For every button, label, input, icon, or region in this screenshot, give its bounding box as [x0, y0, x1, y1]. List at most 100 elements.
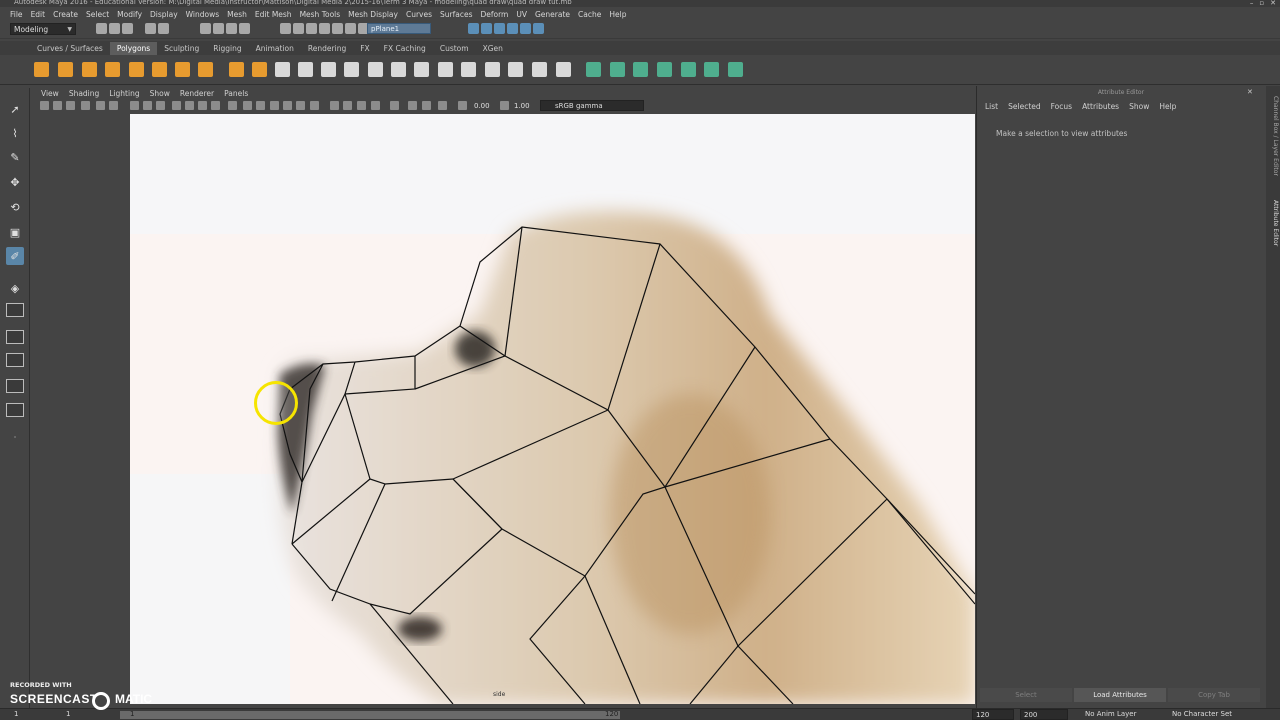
copy-tab-button[interactable]: Copy Tab — [1168, 688, 1260, 702]
menu-file[interactable]: File — [6, 10, 27, 19]
status-tool-icon[interactable] — [158, 23, 169, 34]
panel-toolbar-icon[interactable] — [156, 101, 165, 110]
tab-rigging[interactable]: Rigging — [206, 42, 248, 55]
close-button[interactable]: ✕ — [1270, 0, 1276, 7]
lasso-tool-icon[interactable]: ⌇ — [6, 124, 24, 142]
menu-edit[interactable]: Edit — [27, 10, 50, 19]
panel-toolbar-icon[interactable] — [81, 101, 90, 110]
ae-menu-help[interactable]: Help — [1154, 101, 1181, 113]
panel-toolbar-icon[interactable] — [283, 101, 292, 110]
status-tool-icon[interactable] — [293, 23, 304, 34]
shelf-tool-icon[interactable] — [129, 62, 144, 77]
shelf-tool-icon[interactable] — [610, 62, 625, 77]
shelf-tool-icon[interactable] — [461, 62, 476, 77]
panel-toolbar-icon[interactable] — [130, 101, 139, 110]
scale-tool-icon[interactable]: ▣ — [6, 223, 24, 241]
tab-fx-caching[interactable]: FX Caching — [377, 42, 433, 55]
load-attributes-button[interactable]: Load Attributes — [1074, 688, 1166, 702]
shelf-tool-icon[interactable] — [704, 62, 719, 77]
panel-menu-panels[interactable]: Panels — [219, 88, 253, 99]
color-space-dropdown[interactable]: sRGB gamma — [540, 100, 644, 111]
shelf-tool-icon[interactable] — [438, 62, 453, 77]
panel-toolbar-icon[interactable] — [96, 101, 105, 110]
menu-cache[interactable]: Cache — [574, 10, 605, 19]
shelf-tool-icon[interactable] — [681, 62, 696, 77]
anim-layer[interactable]: No Anim Layer — [1085, 709, 1136, 720]
tab-polygons[interactable]: Polygons — [109, 41, 158, 55]
status-tool-icon[interactable] — [481, 23, 492, 34]
shelf-tool-icon[interactable] — [414, 62, 429, 77]
ae-menu-list[interactable]: List — [980, 101, 1003, 113]
character-set[interactable]: No Character Set — [1172, 709, 1232, 720]
shelf-tool-icon[interactable] — [105, 62, 120, 77]
shelf-tool-icon[interactable] — [508, 62, 523, 77]
status-tool-icon[interactable] — [226, 23, 237, 34]
shelf-tool-icon[interactable] — [485, 62, 500, 77]
shelf-tool-icon[interactable] — [298, 62, 313, 77]
shelf-tool-icon[interactable] — [728, 62, 743, 77]
ae-menu-selected[interactable]: Selected — [1003, 101, 1046, 113]
ae-menu-show[interactable]: Show — [1124, 101, 1154, 113]
panel-toolbar-icon[interactable] — [330, 101, 339, 110]
tab-custom[interactable]: Custom — [433, 42, 476, 55]
select-tool-icon[interactable]: ➚ — [6, 100, 24, 118]
panel-menu-view[interactable]: View — [36, 88, 64, 99]
panel-toolbar-icon[interactable] — [270, 101, 279, 110]
menu-mesh[interactable]: Mesh — [223, 10, 251, 19]
shelf-tool-icon[interactable] — [633, 62, 648, 77]
status-tool-icon[interactable] — [306, 23, 317, 34]
maximize-button[interactable]: ▫ — [1259, 0, 1264, 7]
shelf-tool-icon[interactable] — [391, 62, 406, 77]
status-tool-icon[interactable] — [468, 23, 479, 34]
shelf-tool-icon[interactable] — [34, 62, 49, 77]
menu-edit-mesh[interactable]: Edit Mesh — [251, 10, 296, 19]
panel-toolbar-icon[interactable] — [390, 101, 399, 110]
menu-create[interactable]: Create — [49, 10, 82, 19]
status-tool-icon[interactable] — [319, 23, 330, 34]
menu-display[interactable]: Display — [146, 10, 182, 19]
tab-sculpting[interactable]: Sculpting — [157, 42, 206, 55]
channel-box-tab[interactable]: Channel Box / Layer Editor — [1267, 96, 1279, 176]
outliner-persp-layout-icon[interactable] — [6, 330, 24, 344]
panel-toolbar-icon[interactable] — [185, 101, 194, 110]
hypershade-layout-icon[interactable] — [6, 379, 24, 393]
select-button[interactable]: Select — [980, 688, 1072, 702]
minimize-button[interactable]: – — [1250, 0, 1254, 7]
status-tool-icon[interactable] — [280, 23, 291, 34]
panel-toolbar-icon[interactable] — [40, 101, 49, 110]
shelf-tool-icon[interactable] — [657, 62, 672, 77]
start-frame[interactable]: 1 — [14, 709, 18, 720]
panel-toolbar-icon[interactable] — [143, 101, 152, 110]
status-tool-icon[interactable] — [507, 23, 518, 34]
panel-menu-renderer[interactable]: Renderer — [175, 88, 219, 99]
panel-toolbar-icon[interactable] — [198, 101, 207, 110]
menu-help[interactable]: Help — [605, 10, 630, 19]
panel-toolbar-icon[interactable] — [296, 101, 305, 110]
menu-set-dropdown[interactable]: Modeling ▼ — [10, 23, 76, 35]
status-tool-icon[interactable] — [200, 23, 211, 34]
menu-deform[interactable]: Deform — [476, 10, 512, 19]
shelf-tool-icon[interactable] — [229, 62, 244, 77]
shelf-tool-icon[interactable] — [321, 62, 336, 77]
exposure-value[interactable]: 0.00 — [474, 101, 504, 111]
panel-toolbar-icon[interactable] — [53, 101, 62, 110]
shelf-tool-icon[interactable] — [556, 62, 571, 77]
end-frame[interactable]: 120 — [972, 709, 1014, 720]
panel-toolbar-icon[interactable] — [228, 101, 237, 110]
layout-menu-icon[interactable]: · — [6, 428, 24, 446]
menu-curves[interactable]: Curves — [402, 10, 436, 19]
panel-menu-show[interactable]: Show — [145, 88, 175, 99]
status-tool-icon[interactable] — [145, 23, 156, 34]
shelf-tool-icon[interactable] — [368, 62, 383, 77]
tab-xgen[interactable]: XGen — [476, 42, 510, 55]
menu-modify[interactable]: Modify — [113, 10, 146, 19]
graph-editor-layout-icon[interactable] — [6, 353, 24, 367]
panel-toolbar-icon[interactable] — [408, 101, 417, 110]
custom-layout-icon[interactable] — [6, 403, 24, 417]
panel-toolbar-icon[interactable] — [357, 101, 366, 110]
status-tool-icon[interactable] — [520, 23, 531, 34]
panel-menu-shading[interactable]: Shading — [64, 88, 104, 99]
current-frame[interactable]: 1 — [66, 709, 70, 720]
panel-toolbar-icon[interactable] — [211, 101, 220, 110]
object-name-field[interactable]: pPlane1 — [367, 23, 431, 34]
